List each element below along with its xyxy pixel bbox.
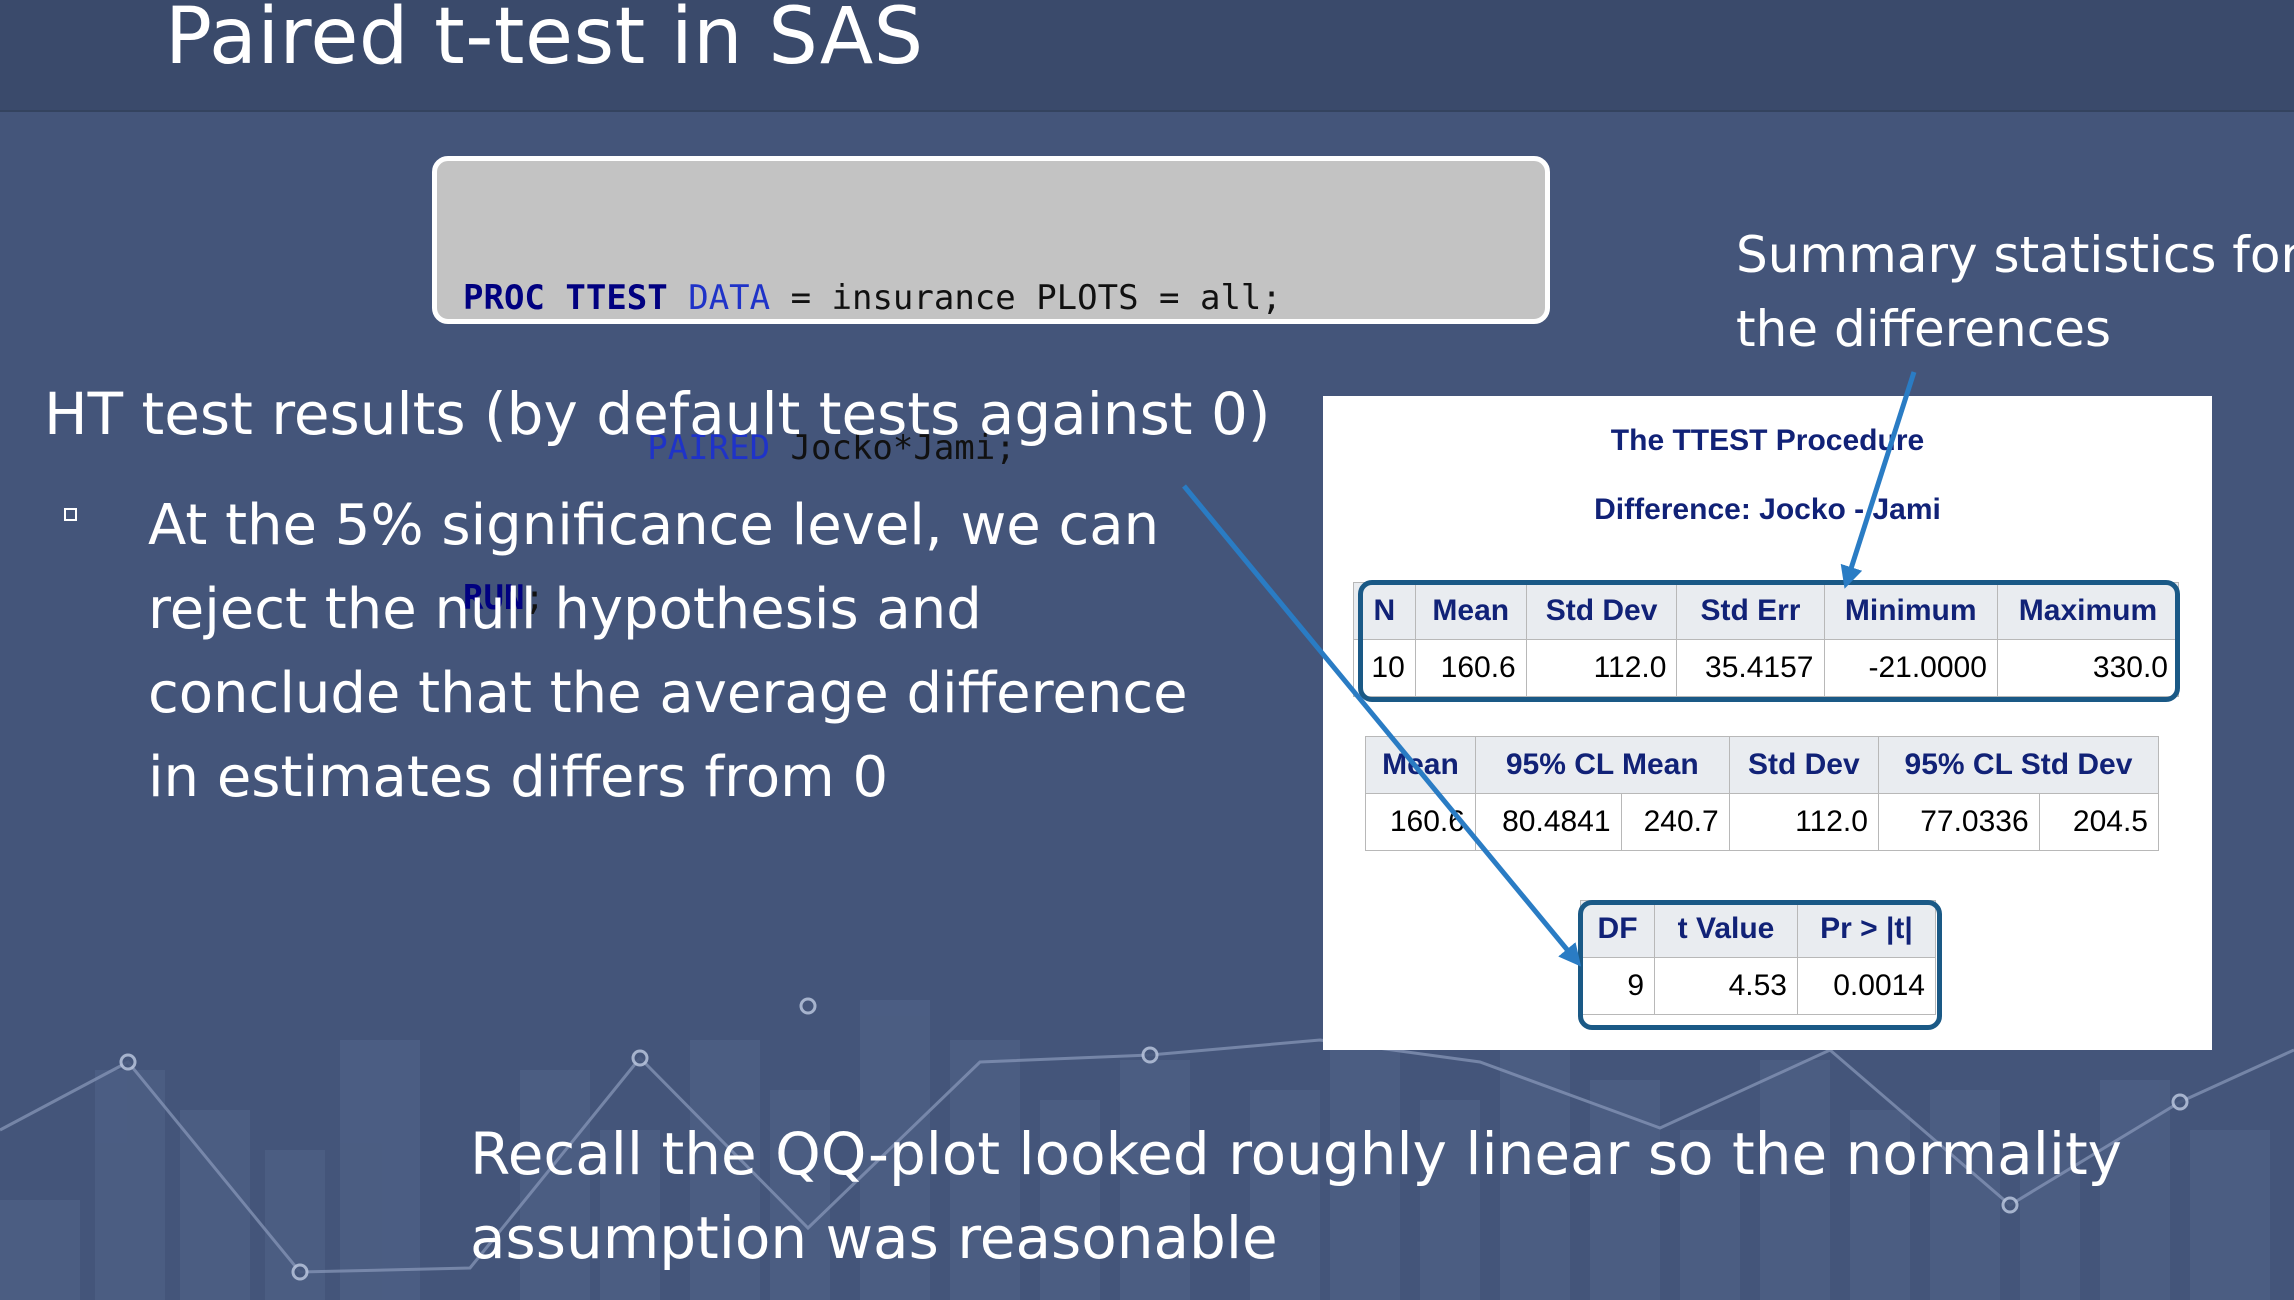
table-header-row: DF t Value Pr > |t| xyxy=(1579,900,1937,958)
bullet-line-4: in estimates differs from 0 xyxy=(148,745,889,810)
table-cell: 112.0 xyxy=(1728,793,1879,851)
slide-title: Paired t-test in SAS xyxy=(165,0,924,82)
table-cell: 240.7 xyxy=(1620,793,1730,851)
recall-line-1: Recall the QQ-plot looked roughly linear… xyxy=(470,1120,2123,1188)
table-row: 10 160.6 112.0 35.4157 -21.0000 330.0 xyxy=(1353,639,2180,697)
t-test-table: DF t Value Pr > |t| 9 4.53 0.0014 xyxy=(1579,900,1937,1015)
code-text-line-1: = insurance PLOTS = all; xyxy=(770,278,1282,318)
recall-line-2: assumption was reasonable xyxy=(470,1204,1278,1272)
column-header: Maximum xyxy=(1996,582,2180,640)
procedure-title: The TTEST Procedure xyxy=(1610,424,1925,457)
table-header-row: Mean 95% CL Mean Std Dev 95% CL Std Dev xyxy=(1365,736,2160,794)
bullet-conclusion: At the 5% significance level, we can rej… xyxy=(148,484,1228,820)
sas-code-box: PROC TTEST DATA = insurance PLOTS = all;… xyxy=(432,156,1550,618)
column-header: N xyxy=(1353,582,1416,640)
bullet-line-1: At the 5% significance level, we can xyxy=(148,493,1160,558)
summary-annotation: Summary statistics for the differences xyxy=(1736,218,2294,366)
bullet-line-2: reject the null hypothesis and xyxy=(148,577,982,642)
table-cell: 10 xyxy=(1353,639,1416,697)
column-header: Pr > |t| xyxy=(1796,900,1937,958)
column-header: t Value xyxy=(1654,900,1798,958)
ht-results-heading: HT test results (by default tests agains… xyxy=(44,380,1271,448)
table-cell: -21.0000 xyxy=(1823,639,1998,697)
code-keyword-data: DATA xyxy=(688,278,771,318)
table-cell: 160.6 xyxy=(1365,793,1476,851)
table-cell: 112.0 xyxy=(1525,639,1678,697)
table-cell: 9 xyxy=(1579,957,1656,1015)
table-cell: 35.4157 xyxy=(1676,639,1825,697)
column-header: DF xyxy=(1579,900,1656,958)
code-keyword-ttest: TTEST xyxy=(565,278,668,318)
table-row: 9 4.53 0.0014 xyxy=(1579,957,1937,1015)
table-cell: 330.0 xyxy=(1996,639,2180,697)
table-header-row: N Mean Std Dev Std Err Minimum Maximum xyxy=(1353,582,2180,640)
confidence-limits-table: Mean 95% CL Mean Std Dev 95% CL Std Dev … xyxy=(1365,736,2160,851)
sas-output-panel: The TTEST Procedure Difference: Jocko - … xyxy=(1323,396,2212,1050)
code-keyword-proc: PROC xyxy=(463,278,545,318)
recall-note: Recall the QQ-plot looked roughly linear… xyxy=(470,1112,2270,1280)
column-header: Std Dev xyxy=(1525,582,1678,640)
code-line-1: PROC TTEST DATA = insurance PLOTS = all; xyxy=(463,273,1519,323)
table-cell: 80.4841 xyxy=(1474,793,1622,851)
summary-annotation-line-1: Summary statistics for xyxy=(1736,226,2294,284)
table-cell: 4.53 xyxy=(1654,957,1798,1015)
difference-title: Difference: Jocko - Jami xyxy=(1594,493,1941,526)
table-row: 160.6 80.4841 240.7 112.0 77.0336 204.5 xyxy=(1365,793,2160,851)
square-bullet-icon xyxy=(64,508,77,521)
table-cell: 0.0014 xyxy=(1796,957,1937,1015)
column-header: Std Err xyxy=(1676,582,1825,640)
column-header: Minimum xyxy=(1823,582,1998,640)
column-header: Mean xyxy=(1414,582,1527,640)
column-header: Std Dev xyxy=(1728,736,1879,794)
bullet-line-3: conclude that the average difference xyxy=(148,661,1188,726)
column-header: Mean xyxy=(1365,736,1476,794)
title-bar: Paired t-test in SAS xyxy=(0,0,2294,112)
column-header: 95% CL Mean xyxy=(1474,736,1730,794)
summary-statistics-table: N Mean Std Dev Std Err Minimum Maximum 1… xyxy=(1353,582,2180,697)
table-cell: 160.6 xyxy=(1414,639,1527,697)
column-header: 95% CL Std Dev xyxy=(1877,736,2160,794)
summary-annotation-line-2: the differences xyxy=(1736,300,2111,358)
table-cell: 77.0336 xyxy=(1877,793,2040,851)
table-cell: 204.5 xyxy=(2038,793,2160,851)
